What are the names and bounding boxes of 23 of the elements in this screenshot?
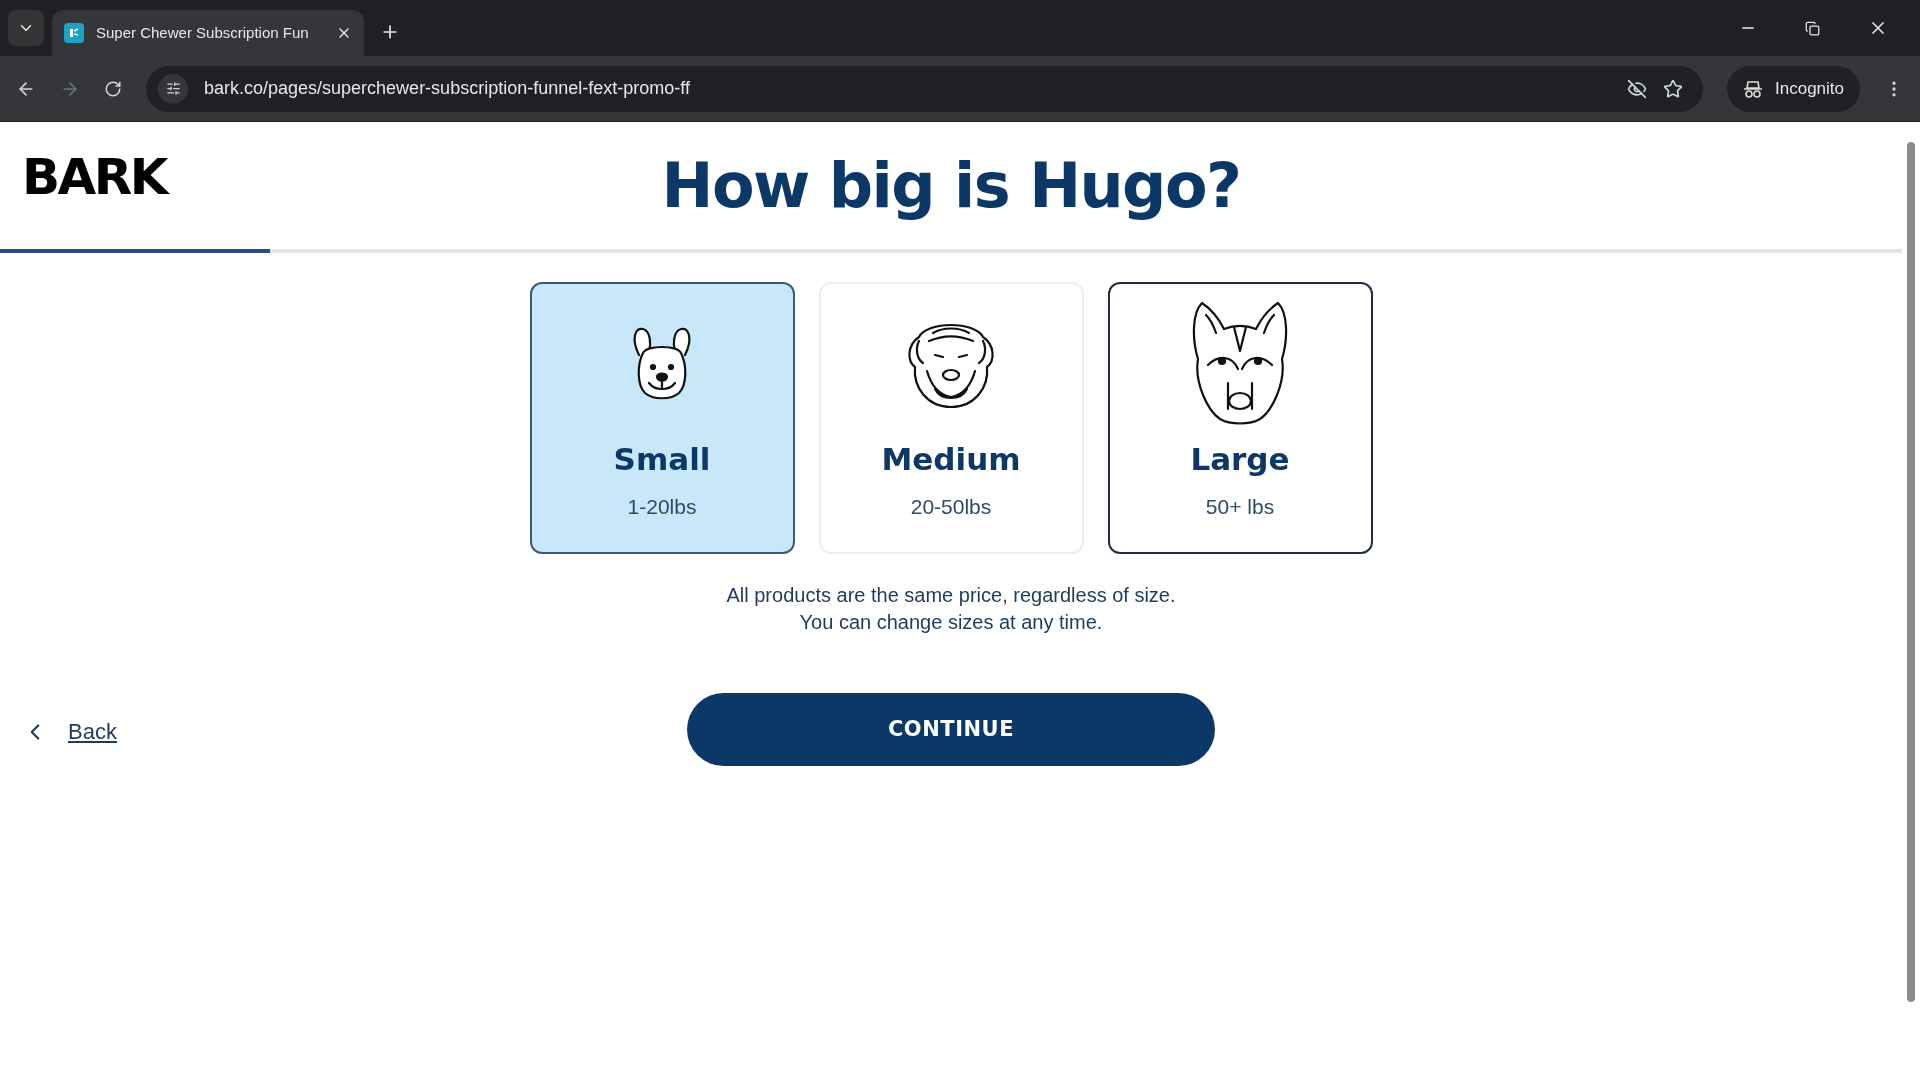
reload-icon[interactable]: [104, 79, 122, 98]
browser-tab[interactable]: Super Chewer Subscription Fun: [52, 10, 364, 56]
bark-logo: BARK: [22, 152, 167, 202]
address-bar[interactable]: bark.co/pages/superchewer-subscription-funnel-fext-promo-ff: [146, 65, 1703, 112]
url-text: bark.co/pages/superchewer-subscription-funnel-fext-promo-ff: [204, 77, 691, 100]
size-option-card[interactable]: Medium 20-50lbs: [818, 282, 1084, 554]
back-link[interactable]: Back: [22, 715, 117, 748]
incognito-icon: [1743, 79, 1763, 98]
tracking-off-icon[interactable]: [1627, 78, 1647, 99]
size-note-text: You can change sizes at any time.: [799, 610, 1103, 635]
tab-list-button[interactable]: [8, 10, 44, 46]
continue-button[interactable]: CONTINUE: [687, 693, 1215, 766]
page-title: How big is Hugo?: [661, 148, 1241, 224]
profile-label: Incognito: [1775, 77, 1844, 100]
size-note-text: All products are the same price, regardless of size.: [726, 583, 1176, 608]
restore-icon[interactable]: [1805, 20, 1820, 36]
incognito-chip[interactable]: Incognito: [1727, 65, 1860, 112]
site-favicon-icon: [64, 23, 84, 43]
bookmark-icon[interactable]: [1663, 78, 1683, 99]
size-option-card[interactable]: Small 1-20lbs: [529, 282, 795, 554]
tab-title: Super Chewer Subscription Fun: [96, 22, 310, 43]
site-settings-icon[interactable]: [158, 73, 188, 104]
size-option-card[interactable]: Large 50+ lbs: [1107, 282, 1373, 554]
